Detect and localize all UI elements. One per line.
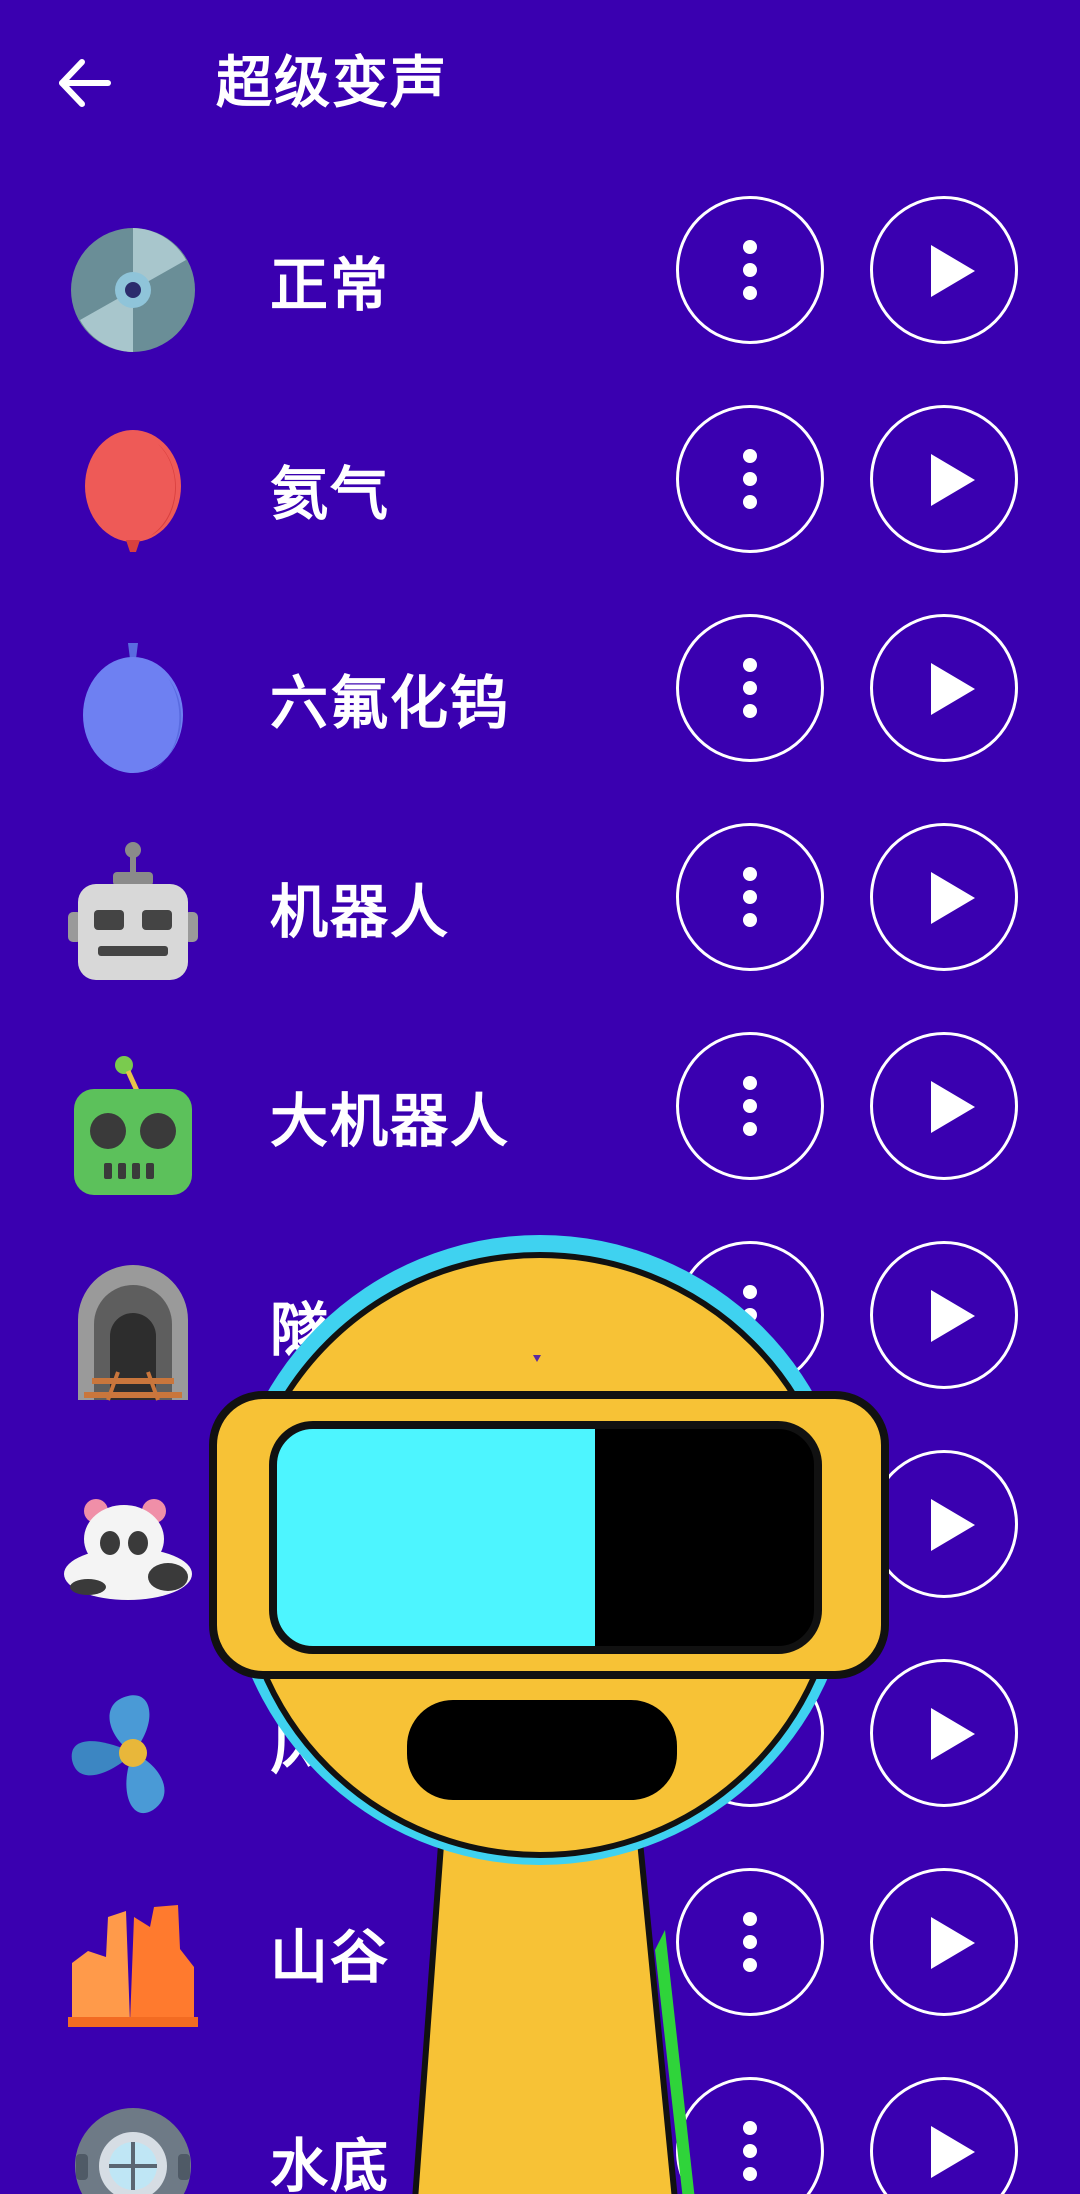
- play-icon: [931, 245, 975, 297]
- green-robot-icon: [58, 1051, 208, 1201]
- play-button[interactable]: [870, 823, 1018, 971]
- more-options-button[interactable]: [676, 823, 824, 971]
- disc-icon: [58, 215, 208, 365]
- diving-helmet-icon: [58, 2096, 208, 2194]
- play-button[interactable]: [870, 405, 1018, 553]
- robot-icon: [58, 842, 208, 992]
- list-item[interactable]: 机器人: [0, 807, 1080, 1016]
- red-balloon-icon: [58, 424, 208, 574]
- app-bar: 超级变声: [0, 0, 1080, 160]
- more-vertical-icon: [743, 658, 757, 718]
- fan-icon: [58, 1678, 208, 1828]
- play-icon: [931, 1499, 975, 1551]
- play-icon: [931, 1081, 975, 1133]
- play-icon: [931, 2126, 975, 2178]
- more-options-button[interactable]: [676, 405, 824, 553]
- play-icon: [931, 1917, 975, 1969]
- page-title: 超级变声: [216, 51, 448, 116]
- more-vertical-icon: [743, 1076, 757, 1136]
- voice-changer-screen: 超级变声 正常 氦气 六氟化钨 机器人 大机器人 隧 山谷 水底: [0, 0, 1080, 2194]
- blue-balloon-icon: [58, 633, 208, 783]
- mascot-character-icon[interactable]: [195, 1210, 895, 2194]
- more-options-button[interactable]: [676, 1032, 824, 1180]
- more-vertical-icon: [743, 240, 757, 300]
- arrow-left-icon: [59, 59, 111, 107]
- play-icon: [931, 454, 975, 506]
- more-vertical-icon: [743, 449, 757, 509]
- list-item[interactable]: 正常: [0, 180, 1080, 389]
- effect-label: 机器人: [270, 878, 451, 946]
- panda-icon: [58, 1469, 208, 1619]
- more-options-button[interactable]: [676, 196, 824, 344]
- play-button[interactable]: [870, 196, 1018, 344]
- list-item[interactable]: 大机器人: [0, 1016, 1080, 1225]
- canyon-icon: [58, 1887, 208, 2037]
- effect-label: 六氟化钨: [270, 669, 511, 737]
- list-item[interactable]: 六氟化钨: [0, 598, 1080, 807]
- more-vertical-icon: [743, 867, 757, 927]
- play-button[interactable]: [870, 614, 1018, 762]
- play-icon: [931, 1708, 975, 1760]
- tunnel-icon: [58, 1260, 208, 1410]
- play-icon: [931, 663, 975, 715]
- effect-label: 氦气: [270, 460, 391, 528]
- play-icon: [931, 872, 975, 924]
- more-options-button[interactable]: [676, 614, 824, 762]
- list-item[interactable]: 氦气: [0, 389, 1080, 598]
- play-icon: [931, 1290, 975, 1342]
- effect-label: 大机器人: [270, 1087, 511, 1155]
- effect-label: 正常: [270, 251, 391, 319]
- play-button[interactable]: [870, 1032, 1018, 1180]
- back-button[interactable]: [50, 48, 120, 118]
